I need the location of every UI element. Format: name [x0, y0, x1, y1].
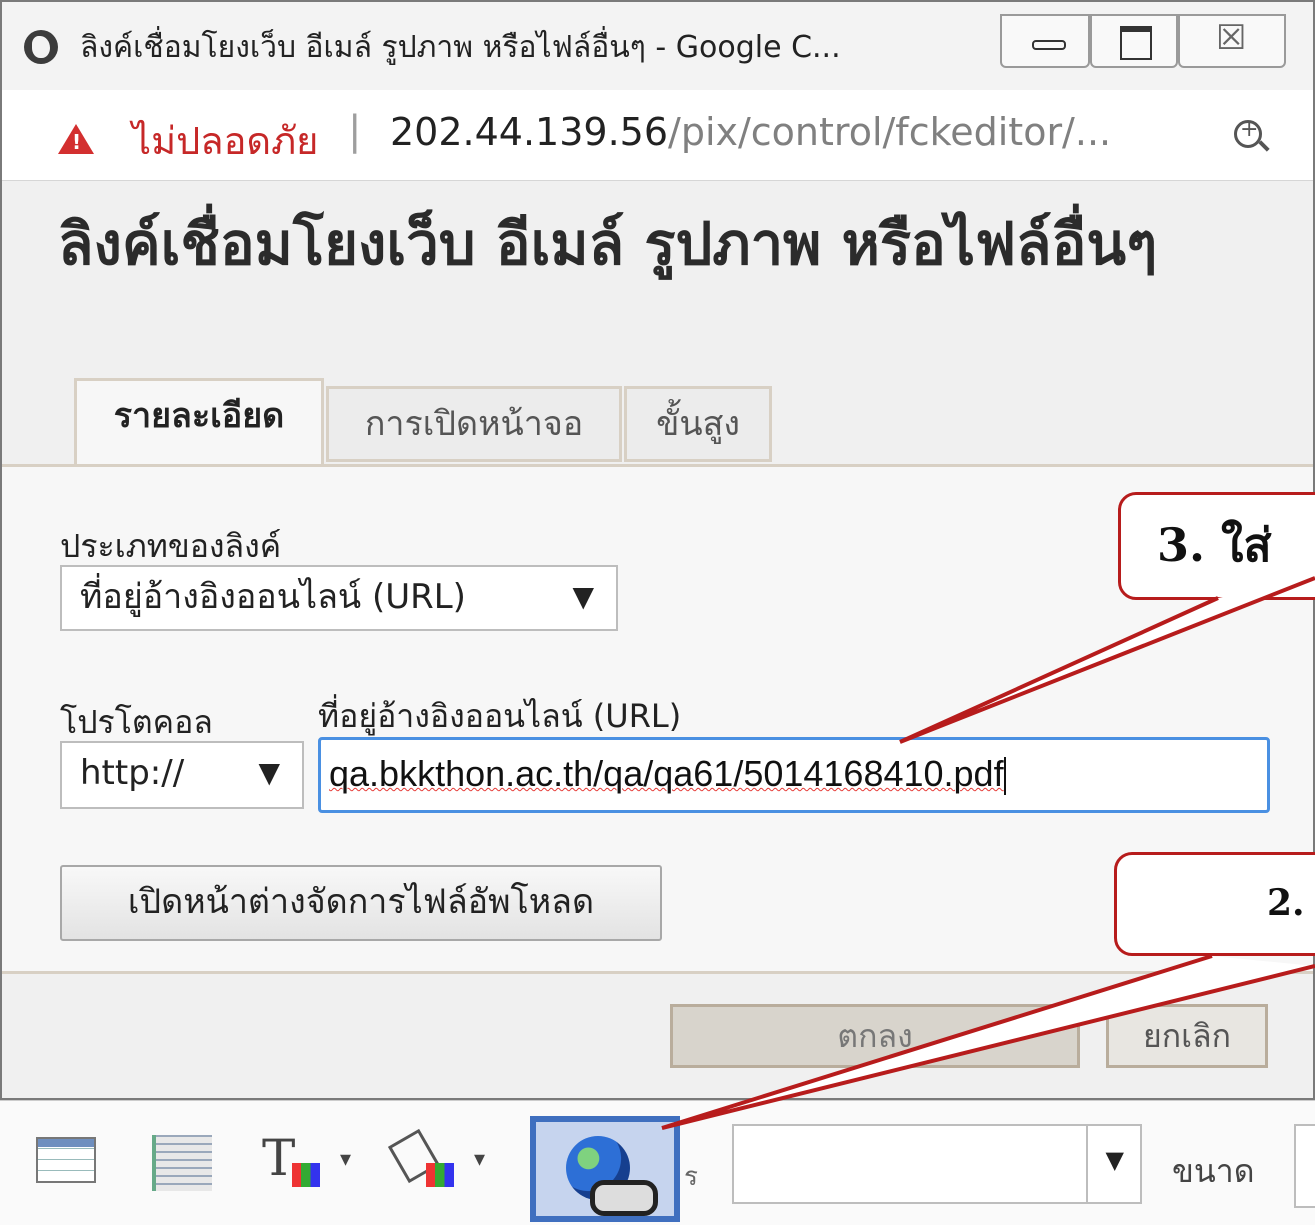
horizontal-rule-icon	[152, 1135, 212, 1191]
text-caret	[1003, 757, 1006, 796]
window-title: ลิงค์เชื่อมโยงเว็บ อีเมล์ รูปภาพ หรือไฟล…	[80, 30, 841, 65]
url-path: /pix/control/fckeditor/...	[668, 110, 1112, 154]
ok-button[interactable]: ตกลง	[670, 1004, 1080, 1068]
url-input[interactable]: qa.bkkthon.ac.th/qa/qa61/5014168410.pdf	[318, 737, 1270, 813]
chevron-down-icon: ▼	[258, 756, 280, 789]
text-color-button[interactable]: T ▾	[256, 1125, 376, 1201]
link-type-value: ที่อยู่อ้างอิงออนไลน์ (URL)	[80, 577, 466, 617]
dialog-title: ลิงค์เชื่อมโยงเว็บ อีเมล์ รูปภาพ หรือไฟล…	[58, 210, 1158, 278]
close-button[interactable]: ☒	[1178, 14, 1286, 68]
protocol-select[interactable]: http:// ▼	[60, 741, 304, 809]
address-url[interactable]: 202.44.139.56/pix/control/fckeditor/...	[390, 110, 1111, 154]
tab-details[interactable]: รายละเอียด	[74, 378, 324, 466]
color-swatch	[292, 1163, 320, 1187]
size-label: ขนาด	[1172, 1152, 1255, 1190]
url-host: 202.44.139.56	[390, 110, 669, 154]
table-icon	[36, 1137, 96, 1183]
address-bar[interactable]: ไม่ปลอดภัย | 202.44.139.56/pix/control/f…	[2, 90, 1313, 181]
warning-icon	[58, 124, 94, 154]
font-label: ร	[684, 1162, 698, 1192]
background-color-button[interactable]: ▾	[387, 1125, 510, 1201]
url-label: ที่อยู่อ้างอิงออนไลน์ (URL)	[318, 697, 682, 735]
close-icon: ☒	[1216, 18, 1247, 58]
color-swatch	[426, 1163, 454, 1187]
callout-step-2: 2.	[1114, 852, 1315, 956]
callout-step-3: 3. ใส่	[1118, 492, 1315, 600]
url-input-value: qa.bkkthon.ac.th/qa/qa61/5014168410.pdf	[329, 753, 1004, 794]
zoom-icon[interactable]: +	[1234, 117, 1262, 148]
cancel-button[interactable]: ยกเลิก	[1106, 1004, 1268, 1068]
tab-target[interactable]: การเปิดหน้าจอ	[326, 386, 622, 462]
open-file-manager-button[interactable]: เปิดหน้าต่างจัดการไฟล์อัพโหลด	[60, 865, 662, 941]
horizontal-rule-button[interactable]	[140, 1125, 220, 1201]
font-select[interactable]: ▼	[732, 1124, 1142, 1204]
dropdown-arrow-icon: ▾	[340, 1147, 352, 1172]
size-select[interactable]	[1294, 1124, 1315, 1208]
globe-icon	[24, 30, 58, 64]
insert-table-button[interactable]	[30, 1125, 100, 1201]
not-secure-label[interactable]: ไม่ปลอดภัย	[132, 110, 318, 171]
text-color-icon: T	[262, 1129, 296, 1187]
chevron-down-icon: ▼	[572, 580, 594, 613]
dropdown-arrow-icon: ▾	[474, 1147, 486, 1172]
minimize-button[interactable]	[1000, 14, 1090, 68]
insert-link-button[interactable]	[530, 1116, 680, 1222]
maximize-button[interactable]	[1090, 14, 1178, 68]
address-separator: |	[348, 108, 362, 154]
link-type-select[interactable]: ที่อยู่อ้างอิงออนไลน์ (URL) ▼	[60, 565, 618, 631]
title-bar[interactable]: ลิงค์เชื่อมโยงเว็บ อีเมล์ รูปภาพ หรือไฟล…	[2, 2, 1313, 91]
protocol-value: http://	[80, 753, 185, 793]
chain-link-icon	[590, 1180, 658, 1216]
tab-advanced[interactable]: ขั้นสูง	[624, 386, 772, 462]
chevron-down-icon: ▼	[1105, 1146, 1124, 1174]
